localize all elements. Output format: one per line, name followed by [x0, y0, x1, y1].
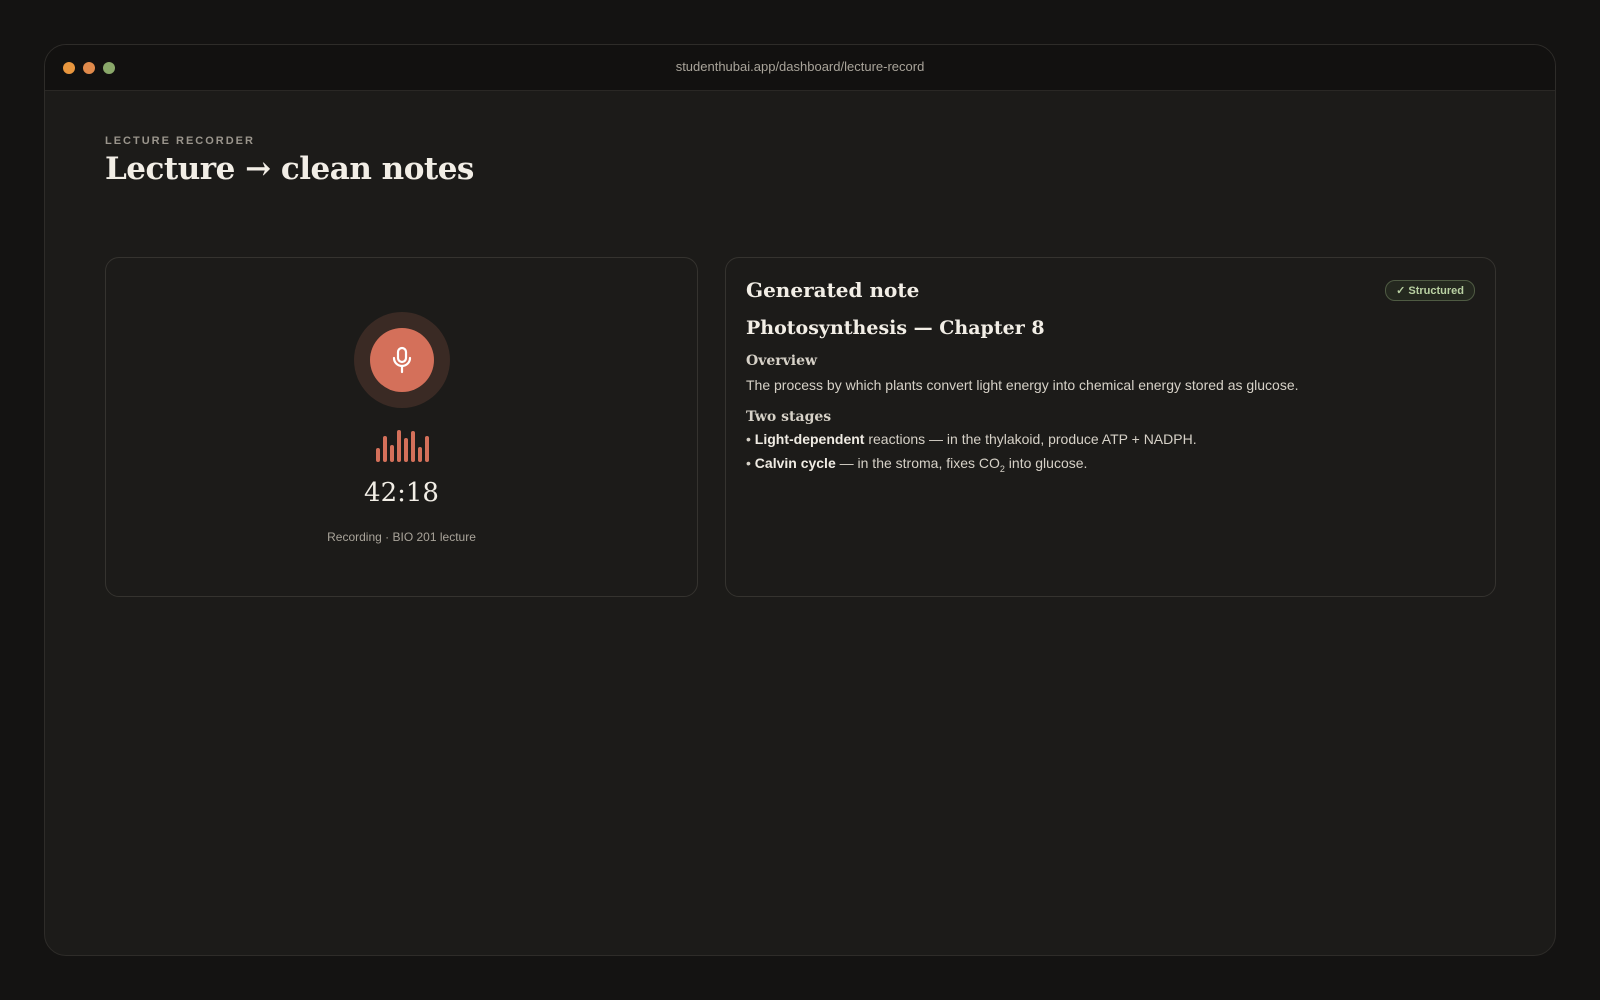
waveform-bar	[425, 436, 429, 462]
main-content: LECTURE RECORDER Lecture → clean notes 4…	[105, 135, 1496, 597]
overview-text: The process by which plants convert ligh…	[746, 377, 1299, 393]
stage-desc-end: into glucose.	[1004, 455, 1088, 471]
waveform-bar	[383, 436, 387, 462]
generated-note-card: Generated note ✓ Structured Photosynthes…	[725, 257, 1496, 597]
record-button[interactable]	[370, 328, 434, 392]
microphone-icon	[392, 346, 412, 374]
address-bar-url[interactable]: studenthubai.app/dashboard/lecture-recor…	[45, 59, 1555, 74]
recording-timer: 42:18	[364, 478, 439, 508]
waveform-bar	[397, 430, 401, 462]
structured-badge: ✓ Structured	[1385, 279, 1475, 301]
waveform-bar	[390, 445, 394, 462]
title-bar: studenthubai.app/dashboard/lecture-recor…	[45, 45, 1555, 91]
mic-halo	[354, 312, 450, 408]
stage-desc: reactions — in the thylakoid, produce AT…	[864, 431, 1197, 447]
note-header: Generated note ✓ Structured	[746, 278, 1475, 302]
overview-heading: Overview	[746, 353, 818, 369]
recording-status: Recording · BIO 201 lecture	[327, 530, 476, 544]
stage-item-calvin: • Calvin cycle — in the stroma, fixes CO…	[746, 455, 1088, 474]
stage-desc: — in the stroma, fixes CO	[835, 455, 1000, 471]
stage-item-light: • Light-dependent reactions — in the thy…	[746, 431, 1197, 447]
browser-window: studenthubai.app/dashboard/lecture-recor…	[44, 44, 1556, 956]
recorder-card: 42:18 Recording · BIO 201 lecture	[105, 257, 698, 597]
waveform-bar	[418, 447, 422, 462]
waveform-bar	[411, 431, 415, 462]
stages-heading: Two stages	[746, 409, 832, 425]
note-heading: Generated note	[746, 278, 920, 302]
page-eyebrow: LECTURE RECORDER	[105, 135, 255, 147]
audio-waveform	[376, 428, 432, 462]
stage-term: Calvin cycle	[754, 455, 836, 471]
stage-term: Light-dependent	[754, 431, 865, 447]
waveform-bar	[404, 438, 408, 462]
note-title: Photosynthesis — Chapter 8	[746, 317, 1045, 339]
waveform-bar	[376, 448, 380, 462]
page-title: Lecture → clean notes	[105, 151, 474, 187]
